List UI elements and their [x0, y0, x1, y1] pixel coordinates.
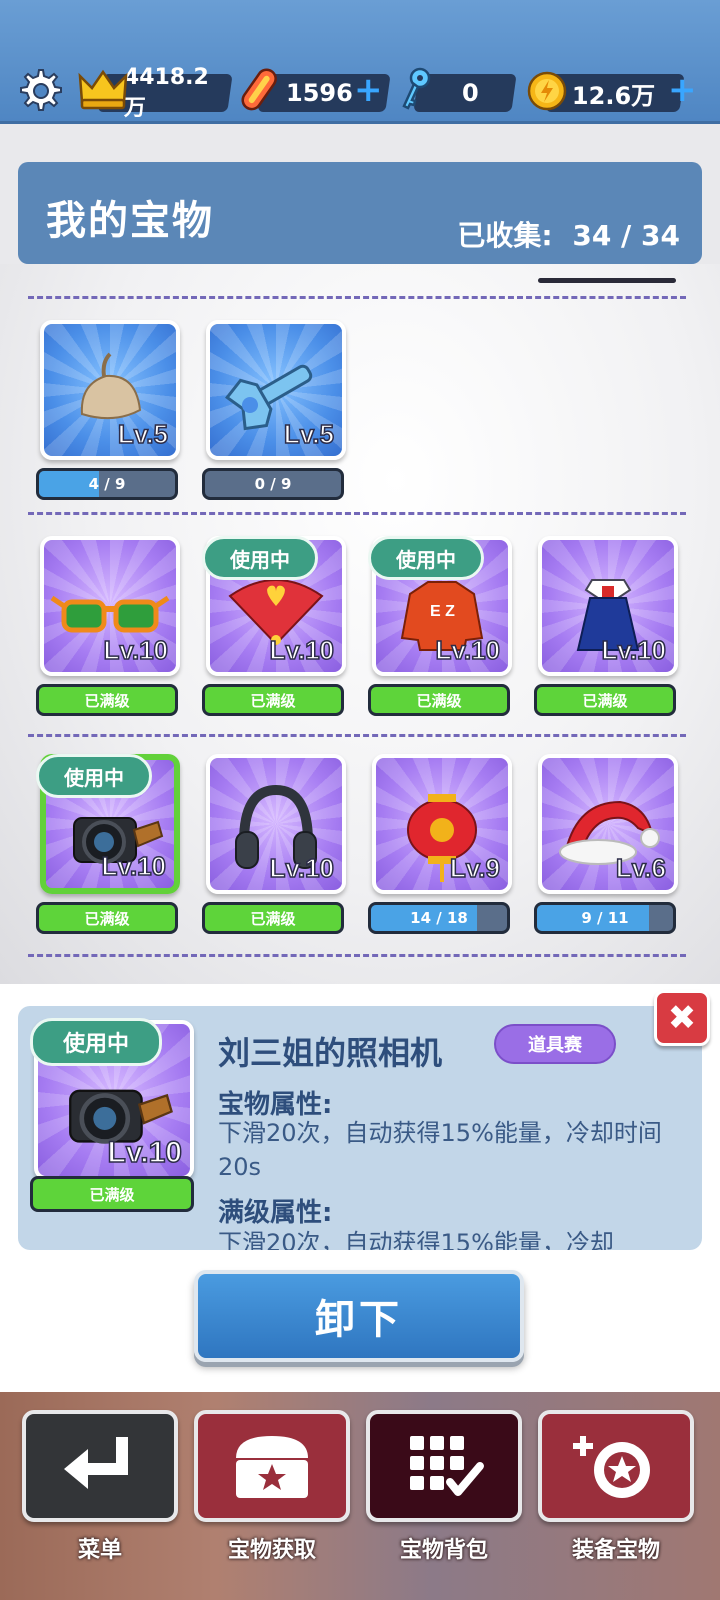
detail-status: 已满级	[89, 1185, 135, 1204]
item-frame: Lv.9	[372, 754, 512, 894]
crown-value: 4418.2万	[124, 64, 209, 121]
row-divider	[28, 296, 686, 299]
hat-item[interactable]: Lv.5 4 / 9	[36, 320, 180, 528]
coin-icon	[526, 70, 568, 116]
fan-item[interactable]: Lv.10 使用中已满级	[202, 536, 346, 744]
nav-equip-button[interactable]	[538, 1410, 694, 1522]
item-level: Lv.6	[615, 852, 667, 884]
progress-bar: 14 / 18	[368, 902, 510, 934]
progress-bar: 已满级	[36, 684, 178, 716]
headphones-item[interactable]: Lv.10 已满级	[202, 754, 346, 962]
item-level: Lv.5	[117, 418, 169, 450]
in-use-badge: 使用中	[368, 536, 484, 580]
sunglasses-item[interactable]: Lv.10 已满级	[36, 536, 180, 744]
page-title: 我的宝物	[46, 198, 214, 244]
in-use-badge: 使用中	[202, 536, 318, 580]
item-level: Lv.10	[269, 634, 335, 666]
collected-value: 34 / 34	[572, 219, 680, 252]
progress-bar: 已满级	[368, 684, 510, 716]
unequip-button[interactable]: 卸下	[194, 1270, 524, 1362]
item-level: Lv.10	[269, 852, 335, 884]
item-frame: Lv.5	[206, 320, 346, 460]
item-frame: Lv.5	[40, 320, 180, 460]
back-arrow-icon	[64, 1437, 128, 1489]
skateboard-value: 1596	[286, 79, 353, 107]
gear-icon[interactable]	[14, 66, 64, 116]
detail-level: Lv.10	[107, 1135, 183, 1170]
nav-equip-label: 装备宝物	[571, 1538, 660, 1563]
jacket-item[interactable]: E Z Lv.10 使用中已满级	[368, 536, 512, 744]
item-level: Lv.10	[103, 634, 169, 666]
in-use-badge: 使用中	[30, 1018, 162, 1066]
collected-count: 已收集: 34 / 34	[457, 214, 680, 254]
wrench-item[interactable]: Lv.5 0 / 9	[202, 320, 346, 528]
scroll-indicator	[538, 278, 676, 283]
nav-acquire-label: 宝物获取	[227, 1538, 316, 1563]
skateboard-icon	[238, 66, 282, 118]
progress-bar: 9 / 11	[534, 902, 676, 934]
item-frame: Lv.10	[206, 754, 346, 894]
progress-bar: 已满级	[36, 902, 178, 934]
chest-icon	[236, 1436, 308, 1498]
key-value: 0	[462, 79, 479, 107]
plus-icon[interactable]: +	[668, 70, 697, 110]
progress-text: 已满级	[582, 691, 628, 710]
collected-label: 已收集:	[457, 219, 553, 252]
bottom-nav: 菜单 宝物获取 宝物背包 装备宝物	[0, 1392, 720, 1600]
treasure-name: 刘三姐的照相机	[218, 1034, 443, 1072]
nav-menu-button[interactable]	[22, 1410, 178, 1522]
nav-menu-label: 菜单	[77, 1538, 122, 1563]
treasure-detail-panel: Lv.10 使用中 已满级 刘三姐的照相机 道具赛 宝物属性: 下滑20次，自动…	[18, 1006, 702, 1250]
svg-text:E Z: E Z	[430, 603, 455, 620]
nav-bag-button[interactable]	[366, 1410, 522, 1522]
item-level: Lv.10	[101, 850, 167, 882]
item-level: Lv.9	[449, 852, 501, 884]
plus-icon[interactable]: +	[354, 70, 383, 110]
grid-check-icon	[410, 1436, 484, 1496]
in-use-badge: 使用中	[36, 754, 152, 798]
max-attr-title: 满级属性:	[218, 1198, 333, 1228]
key-icon	[398, 66, 434, 118]
top-resource-bar: 4418.2万 1596 + 0 12.6万 +	[0, 0, 720, 124]
close-button[interactable]: ✖	[654, 990, 710, 1046]
progress-text: 已满级	[84, 691, 130, 710]
progress-text: 14 / 18	[410, 909, 468, 927]
progress-bar: 4 / 9	[36, 468, 178, 500]
santa-hat-item[interactable]: Lv.6 9 / 11	[534, 754, 678, 962]
treasure-header: 我的宝物 已收集: 34 / 34	[18, 162, 702, 264]
treasure-grid[interactable]: Lv.5 4 / 9 Lv.5 0 / 9 Lv.10 已满级 Lv.10 使用中 已满级 E Z…	[0, 264, 720, 984]
progress-text: 4 / 9	[88, 475, 126, 493]
progress-bar: 已满级	[202, 684, 344, 716]
item-frame: Lv.10	[40, 536, 180, 676]
nav-bag-label: 宝物背包	[399, 1538, 488, 1563]
progress-text: 0 / 9	[254, 475, 292, 493]
progress-text: 已满级	[250, 909, 296, 928]
max-attr-text: 下滑20次，自动获得15%能量，冷却	[218, 1229, 614, 1250]
item-level: Lv.10	[601, 634, 667, 666]
mode-tag: 道具赛	[494, 1024, 616, 1064]
progress-text: 已满级	[416, 691, 462, 710]
item-level: Lv.5	[283, 418, 335, 450]
camera-item[interactable]: Lv.10 使用中已满级	[36, 754, 180, 962]
nav-acquire-button[interactable]	[194, 1410, 350, 1522]
progress-text: 已满级	[84, 909, 130, 928]
detail-status-bar: 已满级	[30, 1176, 194, 1212]
attr-text: 下滑20次，自动获得15%能量，冷却时间20s	[218, 1119, 662, 1181]
progress-text: 已满级	[250, 691, 296, 710]
progress-bar: 已满级	[534, 684, 676, 716]
equip-badge-icon	[573, 1436, 650, 1498]
item-frame: Lv.6	[538, 754, 678, 894]
uniform-item[interactable]: Lv.10 已满级	[534, 536, 678, 744]
item-frame: Lv.10	[538, 536, 678, 676]
lantern-item[interactable]: Lv.9 14 / 18	[368, 754, 512, 962]
progress-bar: 已满级	[202, 902, 344, 934]
progress-text: 9 / 11	[581, 909, 629, 927]
crown-icon	[78, 68, 128, 116]
item-level: Lv.10	[435, 634, 501, 666]
coin-value: 12.6万	[572, 81, 656, 110]
progress-bar: 0 / 9	[202, 468, 344, 500]
